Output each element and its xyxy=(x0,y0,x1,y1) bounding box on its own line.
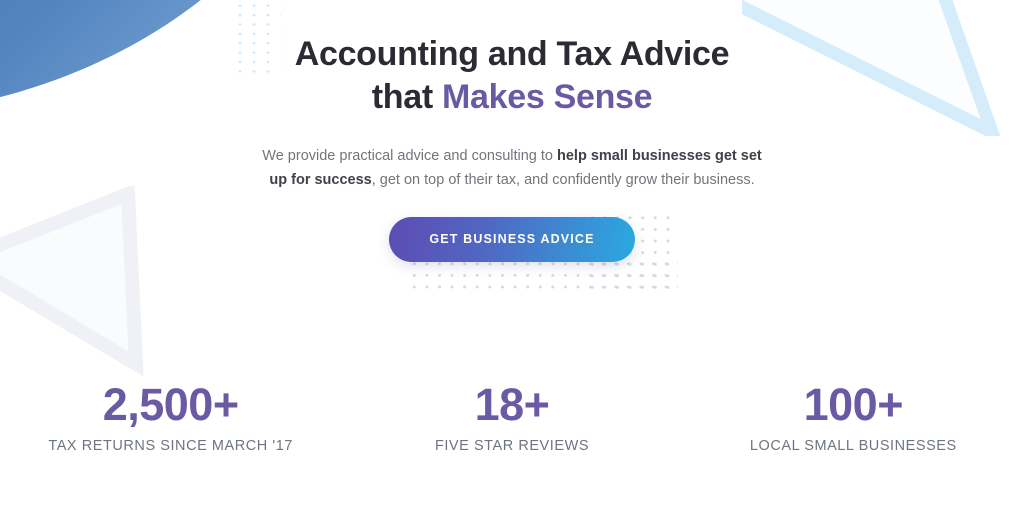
stat-value: 2,500+ xyxy=(102,379,239,430)
stat-label: FIVE STAR REVIEWS xyxy=(434,437,590,454)
stats-row: 2,500+ TAX RETURNS SINCE MARCH '17 18+ F… xyxy=(0,379,1024,454)
stat-item-tax-returns: 2,500+ TAX RETURNS SINCE MARCH '17 xyxy=(0,379,341,454)
stat-item-reviews: 18+ FIVE STAR REVIEWS xyxy=(341,379,682,454)
get-business-advice-button[interactable]: GET BUSINESS ADVICE xyxy=(389,217,635,263)
gray-dot-grid-bottom xyxy=(408,258,678,294)
hero-section: Accounting and Tax Advice that Makes Sen… xyxy=(0,0,1024,524)
stat-value: 100+ xyxy=(803,379,904,430)
stat-label: TAX RETURNS SINCE MARCH '17 xyxy=(48,437,293,454)
stat-value: 18+ xyxy=(474,379,550,430)
cta-container: GET BUSINESS ADVICE xyxy=(0,217,1024,263)
headline-accent: Makes Sense xyxy=(442,78,653,117)
stat-label: LOCAL SMALL BUSINESSES xyxy=(749,437,957,454)
stat-item-businesses: 100+ LOCAL SMALL BUSINESSES xyxy=(683,379,1024,454)
headline-line-1: Accounting and Tax Advice xyxy=(294,35,730,73)
subhead-text-1: We provide practical advice and consulti… xyxy=(262,148,558,165)
hero-subheading: We provide practical advice and consulti… xyxy=(252,145,772,192)
hero-content: Accounting and Tax Advice that Makes Sen… xyxy=(0,0,1024,263)
page-title: Accounting and Tax Advice that Makes Sen… xyxy=(0,33,1024,119)
subhead-text-2: , get on top of their tax, and confident… xyxy=(371,171,755,188)
headline-line-2-prefix: that xyxy=(371,78,442,117)
